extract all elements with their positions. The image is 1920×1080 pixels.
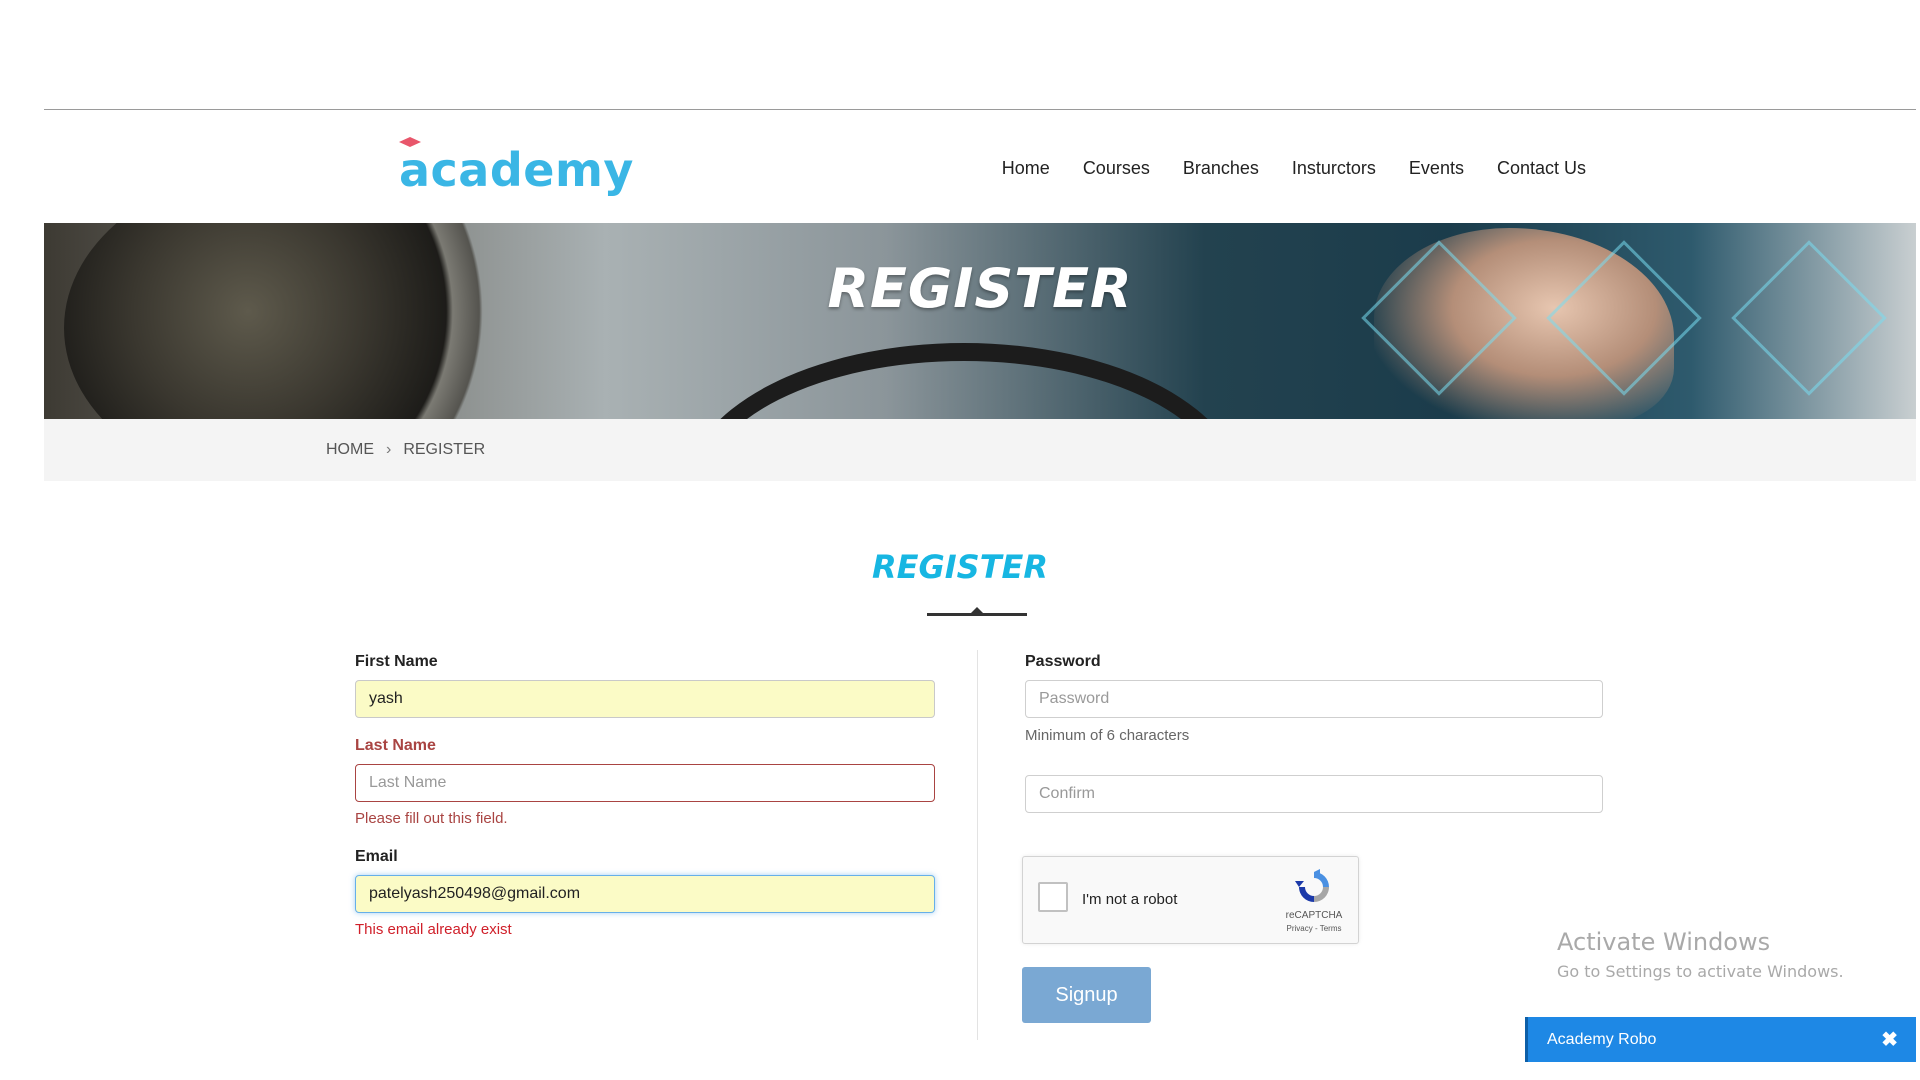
password-field[interactable] (1025, 680, 1603, 718)
first-name-field[interactable] (355, 680, 935, 718)
banner-title: REGISTER (827, 257, 1133, 320)
column-divider (977, 650, 978, 1040)
nav-events[interactable]: Events (1409, 158, 1464, 179)
chat-widget-title: Academy Robo (1547, 1031, 1657, 1048)
breadcrumb-home[interactable]: HOME (326, 441, 374, 459)
lens-image (684, 343, 1244, 419)
confirm-password-field[interactable] (1025, 775, 1603, 813)
page-banner: REGISTER (44, 223, 1916, 419)
email-label: Email (355, 848, 398, 865)
last-name-error: Please fill out this field. (355, 810, 508, 827)
nav-courses[interactable]: Courses (1083, 158, 1150, 179)
breadcrumb-bar: HOME › REGISTER (44, 419, 1916, 481)
breadcrumb-current: REGISTER (403, 441, 486, 458)
last-name-field[interactable] (355, 764, 935, 802)
section-title: REGISTER (871, 548, 1049, 586)
activate-windows-subtitle: Go to Settings to activate Windows. (1557, 962, 1844, 981)
recaptcha-icon (1295, 869, 1329, 902)
recaptcha-checkbox[interactable] (1038, 882, 1068, 912)
chat-widget-bar[interactable]: Academy Robo ✖ (1525, 1017, 1916, 1062)
nav-home[interactable]: Home (1002, 158, 1050, 179)
password-label: Password (1025, 653, 1101, 670)
recaptcha-label: I'm not a robot (1082, 891, 1178, 908)
recaptcha-widget: I'm not a robot reCAPTCHA Privacy - Term… (1022, 856, 1359, 944)
main-nav: Home Courses Branches Insturctors Events… (1002, 158, 1586, 179)
compass-image (64, 223, 524, 419)
close-icon[interactable]: ✖ (1881, 1027, 1898, 1052)
graduation-cap-icon (399, 137, 421, 147)
password-help: Minimum of 6 characters (1025, 727, 1190, 744)
recaptcha-brand: reCAPTCHA (1285, 910, 1343, 921)
first-name-label: First Name (355, 653, 438, 670)
chevron-right-icon: › (386, 441, 392, 458)
email-error: This email already exist (355, 921, 512, 938)
logo-text: academy (399, 143, 634, 197)
last-name-label: Last Name (355, 737, 436, 754)
nav-contact-us[interactable]: Contact Us (1497, 158, 1586, 179)
recaptcha-terms-link[interactable]: Privacy - Terms (1279, 924, 1349, 933)
academy-logo[interactable]: academy (399, 137, 634, 197)
site-header: academy Home Courses Branches Insturctor… (44, 110, 1916, 223)
nav-branches[interactable]: Branches (1183, 158, 1259, 179)
email-field[interactable] (355, 875, 935, 913)
title-underline (927, 613, 1027, 616)
activate-windows-title: Activate Windows (1557, 928, 1771, 956)
signup-button[interactable]: Signup (1022, 967, 1151, 1023)
breadcrumb: HOME › REGISTER (326, 441, 485, 459)
nav-instructors[interactable]: Insturctors (1292, 158, 1376, 179)
